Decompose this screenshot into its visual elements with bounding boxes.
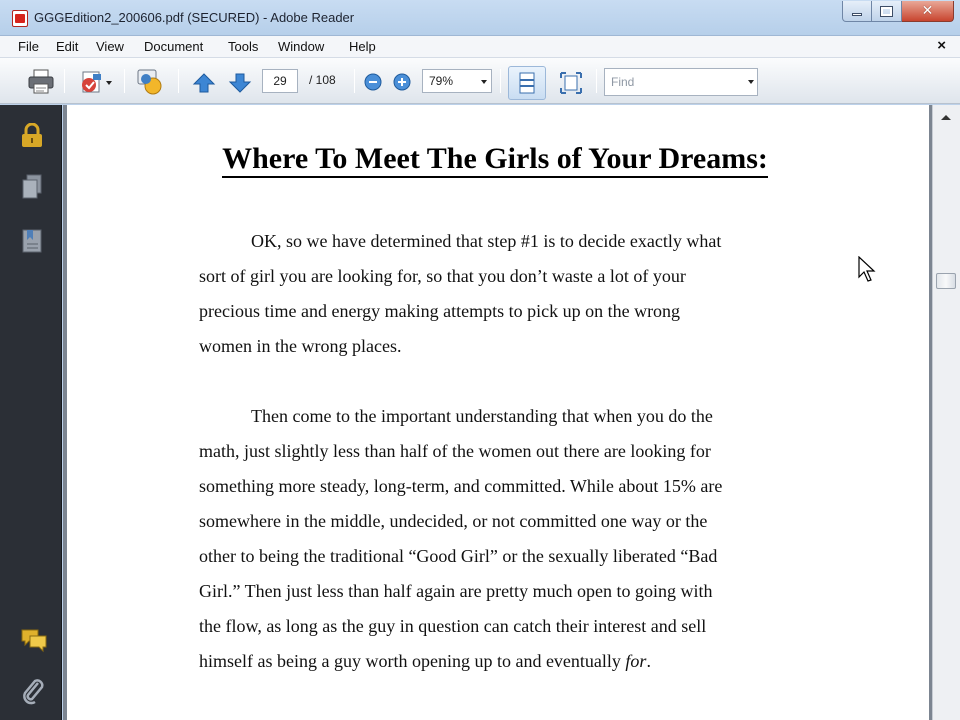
next-page-button[interactable]: [226, 70, 254, 96]
email-dropdown-arrow[interactable]: [106, 81, 112, 85]
paragraph-line: somewhere in the middle, undecided, or n…: [199, 511, 708, 531]
toolbar-separator: [354, 69, 355, 93]
attach-email-icon: [82, 71, 101, 93]
find-options-dropdown[interactable]: [748, 80, 754, 84]
menu-document[interactable]: Document: [144, 39, 203, 54]
menu-tools[interactable]: Tools: [228, 39, 258, 54]
adobe-reader-app-icon[interactable]: [12, 10, 28, 27]
page-heading-text: Where To Meet The Girls of Your Dreams:: [222, 142, 768, 178]
lock-icon: [22, 122, 42, 147]
paragraph-line: women in the wrong places.: [199, 336, 402, 356]
comments-icon: [21, 629, 47, 653]
menu-view[interactable]: View: [96, 39, 124, 54]
previous-page-icon: [192, 73, 216, 93]
toolbar-separator: [124, 69, 125, 93]
menu-edit[interactable]: Edit: [56, 39, 78, 54]
sentence-period: .: [646, 651, 651, 671]
attachments-icon: [23, 679, 44, 705]
paragraph-line: math, just slightly less than half of th…: [199, 441, 711, 461]
window-title: GGGEdition2_200606.pdf (SECURED) - Adobe…: [34, 10, 355, 25]
zoom-level-select[interactable]: 79%: [422, 69, 492, 93]
minimize-icon: [852, 12, 862, 16]
single-page-view-button[interactable]: [508, 66, 546, 100]
bookmarks-panel-button[interactable]: [20, 227, 44, 258]
zoom-in-button[interactable]: [391, 71, 413, 93]
paragraph-line: something more steady, long-term, and co…: [199, 476, 723, 496]
menu-help[interactable]: Help: [349, 39, 376, 54]
attachments-panel-button[interactable]: [20, 677, 46, 708]
collaborate-button[interactable]: [132, 66, 168, 98]
paragraph-line: the flow, as long as the guy in question…: [199, 616, 707, 636]
minimize-button[interactable]: [842, 1, 872, 22]
window-controls: ✕: [842, 1, 954, 23]
paragraph-1: OK, so we have determined that step #1 i…: [199, 224, 721, 364]
paragraph-2: Then come to the important understanding…: [199, 399, 722, 679]
pdf-page: Where To Meet The Girls of Your Dreams: …: [67, 105, 929, 720]
navigation-pane: [0, 105, 62, 720]
single-page-view-icon: [519, 72, 535, 94]
collaborate-icon: [137, 69, 162, 95]
adobe-reader-window: GGGEdition2_200606.pdf (SECURED) - Adobe…: [0, 0, 960, 720]
print-button[interactable]: [24, 67, 58, 97]
menu-bar: File Edit View Document Tools Window Hel…: [0, 36, 960, 58]
page-total-label: / 108: [309, 73, 336, 87]
maximize-button[interactable]: [872, 1, 902, 22]
chevron-down-icon: [481, 80, 487, 84]
close-window-button[interactable]: ✕: [902, 1, 954, 22]
fit-window-button[interactable]: [556, 68, 586, 98]
page-number-input[interactable]: 29: [262, 69, 298, 93]
menu-file[interactable]: File: [18, 39, 39, 54]
zoom-out-icon: [364, 73, 382, 91]
fit-window-icon: [560, 72, 582, 94]
paragraph-line: OK, so we have determined that step #1 i…: [251, 231, 722, 251]
scrollbar-thumb[interactable]: [936, 273, 956, 289]
toolbar-separator: [178, 69, 179, 93]
document-area[interactable]: Where To Meet The Girls of Your Dreams: …: [63, 105, 932, 720]
print-icon: [28, 69, 54, 94]
zoom-in-icon: [393, 73, 411, 91]
paragraph-line: precious time and energy making attempts…: [199, 301, 681, 321]
paragraph-last-line: himself as being a guy worth opening up …: [199, 644, 722, 679]
paragraph-line-text: himself as being a guy worth opening up …: [199, 651, 621, 671]
comments-panel-button[interactable]: [20, 627, 48, 656]
close-icon: ✕: [921, 3, 934, 19]
email-button[interactable]: [70, 67, 114, 97]
bookmarks-icon: [22, 229, 42, 253]
toolbar-separator: [500, 69, 501, 93]
maximize-icon: [880, 5, 893, 17]
toolbar-separator: [596, 69, 597, 93]
menu-window[interactable]: Window: [278, 39, 324, 54]
pages-panel-button[interactable]: [20, 173, 44, 204]
security-settings-button[interactable]: [20, 122, 44, 152]
paragraph-line: sort of girl you are looking for, so tha…: [199, 266, 686, 286]
next-page-icon: [228, 73, 252, 93]
previous-page-button[interactable]: [190, 70, 218, 96]
mouse-pointer-icon: [858, 256, 876, 282]
toolbar-separator: [64, 69, 65, 93]
zoom-level-value: 79%: [429, 74, 454, 88]
paragraph-line: other to being the traditional “Good Gir…: [199, 546, 718, 566]
scroll-up-arrow-icon[interactable]: [941, 115, 951, 120]
paragraph-line: Girl.” Then just less than half again ar…: [199, 581, 713, 601]
italic-word: for: [625, 651, 647, 671]
zoom-out-button[interactable]: [362, 71, 384, 93]
close-document-button[interactable]: ×: [937, 37, 946, 54]
find-placeholder: Find: [611, 75, 635, 89]
find-input[interactable]: Find: [604, 68, 758, 96]
pages-icon: [22, 174, 42, 199]
paragraph-line: Then come to the important understanding…: [251, 406, 713, 426]
title-bar: GGGEdition2_200606.pdf (SECURED) - Adobe…: [0, 0, 960, 36]
page-heading: Where To Meet The Girls of Your Dreams:: [67, 142, 923, 178]
vertical-scrollbar[interactable]: [932, 105, 960, 720]
